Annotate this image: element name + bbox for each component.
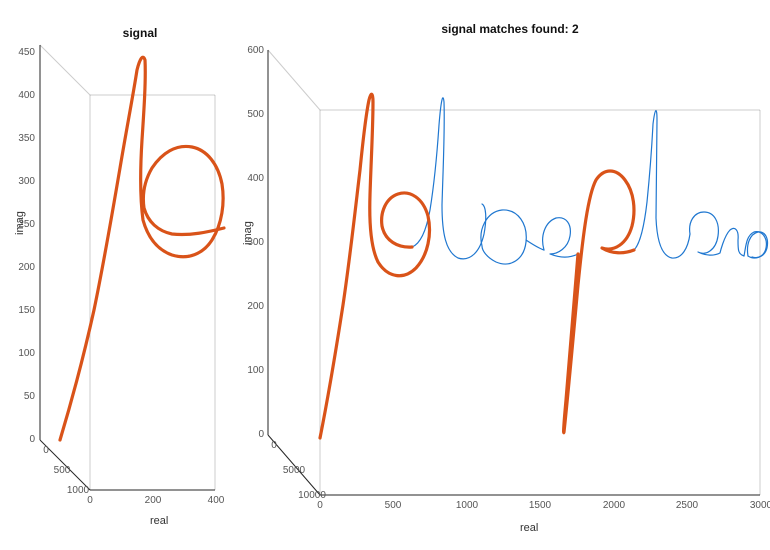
xtick: 1500 — [520, 500, 560, 511]
xtick: 0 — [300, 500, 340, 511]
xtick: 1000 — [447, 500, 487, 511]
figure-canvas: signal imag real 0 50 100 150 200 250 30… — [0, 0, 770, 550]
right-plot-svg — [0, 0, 770, 550]
ytick: 400 — [224, 173, 264, 184]
xtick: 2500 — [667, 500, 707, 511]
ytick: 0 — [224, 429, 264, 440]
xtick: 500 — [373, 500, 413, 511]
right-plot-axes — [268, 50, 760, 495]
match-1-stroke — [320, 94, 430, 438]
match-2-stroke — [564, 171, 634, 433]
dtick: 0 — [252, 440, 296, 451]
dtick: 10000 — [290, 490, 334, 501]
cursive-word — [320, 94, 768, 438]
dtick: 5000 — [272, 465, 316, 476]
ytick: 300 — [224, 237, 264, 248]
ytick: 200 — [224, 301, 264, 312]
xtick: 3000 — [741, 500, 770, 511]
ytick: 500 — [224, 109, 264, 120]
ytick: 100 — [224, 365, 264, 376]
xtick: 2000 — [594, 500, 634, 511]
ytick: 600 — [224, 45, 264, 56]
